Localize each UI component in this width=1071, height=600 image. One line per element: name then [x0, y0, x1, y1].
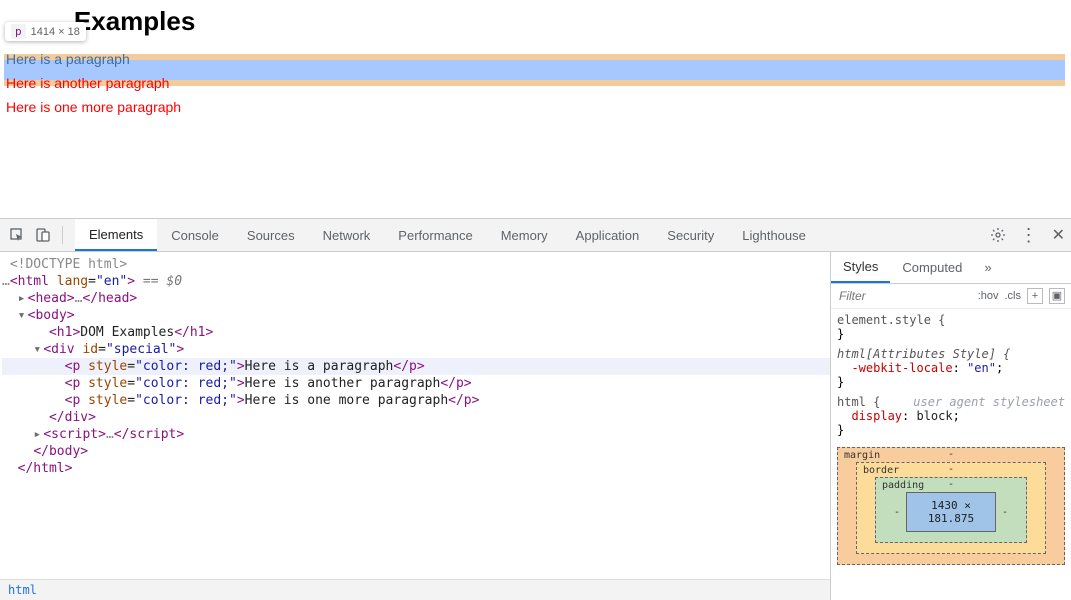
tab-network[interactable]: Network: [309, 219, 385, 251]
inspect-dimensions-badge: p 1414 × 18: [5, 22, 86, 41]
tab-security[interactable]: Security: [653, 219, 728, 251]
selected-element-line: <p style="color: red;">Here is a paragra…: [2, 358, 830, 375]
page-heading: DOM Examples: [6, 6, 1065, 37]
elements-panel[interactable]: <!DOCTYPE html> …<html lang="en"> == $0 …: [0, 252, 830, 600]
devtools-tabs: Elements Console Sources Network Perform…: [75, 219, 986, 251]
rule-element-style[interactable]: element.style {: [837, 313, 1065, 327]
tab-performance[interactable]: Performance: [384, 219, 486, 251]
rendered-page: p 1414 × 18 DOM Examples Here is a parag…: [0, 0, 1071, 219]
device-toggle-icon[interactable]: [32, 224, 54, 246]
tab-elements[interactable]: Elements: [75, 219, 157, 251]
devtools-body: <!DOCTYPE html> …<html lang="en"> == $0 …: [0, 252, 1071, 600]
box-model-content: 1430 × 181.875: [906, 492, 996, 532]
tab-lighthouse[interactable]: Lighthouse: [728, 219, 820, 251]
rule-html-attr[interactable]: html[Attributes Style] {: [837, 347, 1065, 361]
paragraph-1: Here is a paragraph: [6, 51, 1065, 67]
gear-icon[interactable]: [990, 227, 1006, 243]
devtools-toolbar: Elements Console Sources Network Perform…: [0, 219, 1071, 252]
sidebar-more-icon[interactable]: »: [974, 253, 1001, 282]
close-icon[interactable]: ✕: [1052, 225, 1065, 245]
sidebar-tab-computed[interactable]: Computed: [890, 253, 974, 282]
inspect-tag: p: [11, 24, 26, 39]
styles-sidebar: Styles Computed » :hov .cls + ▣ element.…: [830, 252, 1071, 600]
rule-html-ua[interactable]: html {user agent stylesheet: [837, 395, 1065, 409]
styles-filter-input[interactable]: [837, 288, 972, 304]
hov-toggle[interactable]: :hov: [978, 290, 999, 302]
inspect-icon[interactable]: [6, 224, 28, 246]
tab-memory[interactable]: Memory: [487, 219, 562, 251]
tab-sources[interactable]: Sources: [233, 219, 309, 251]
cls-toggle[interactable]: .cls: [1005, 290, 1022, 302]
styles-filter-row: :hov .cls + ▣: [831, 284, 1071, 309]
new-rule-icon[interactable]: +: [1027, 288, 1043, 304]
breadcrumb[interactable]: html: [0, 579, 830, 600]
toolbar-separator: [62, 226, 63, 244]
tab-console[interactable]: Console: [157, 219, 233, 251]
paragraph-2: Here is another paragraph: [6, 75, 1065, 91]
tab-application[interactable]: Application: [562, 219, 654, 251]
kebab-icon[interactable]: ⋮: [1020, 229, 1038, 241]
sidebar-tabs: Styles Computed »: [831, 252, 1071, 284]
style-rules: element.style { } html[Attributes Style]…: [831, 309, 1071, 600]
box-model: margin - border - padding - - 1430 × 181…: [837, 437, 1065, 565]
toggle-computed-icon[interactable]: ▣: [1049, 288, 1065, 304]
paragraph-3: Here is one more paragraph: [6, 99, 1065, 115]
inspect-dimensions: 1414 × 18: [31, 26, 80, 38]
sidebar-tab-styles[interactable]: Styles: [831, 252, 890, 283]
